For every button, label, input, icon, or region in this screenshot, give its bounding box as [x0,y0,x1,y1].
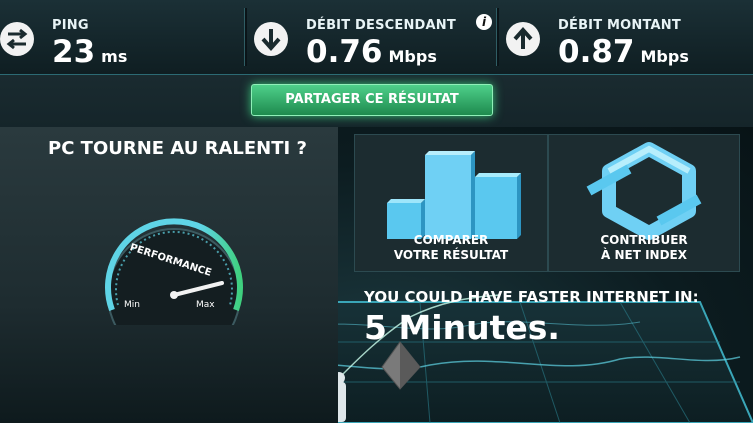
compare-line1: COMPARER [413,233,489,247]
download-value: 0.76 Mbps [306,34,437,70]
divider [244,8,247,66]
share-result-button[interactable]: PARTAGER CE RÉSULTAT [251,84,493,116]
net-index-logo-icon [586,142,702,240]
upload-number: 0.87 [558,34,635,70]
gauge-max-label: Max [196,300,215,310]
faster-internet-text: YOU COULD HAVE FASTER INTERNET IN: [364,288,699,306]
download-stat: DÉBIT DESCENDANT 0.76 Mbps [254,6,498,70]
performance-gauge [105,218,243,325]
download-unit: Mbps [388,47,437,66]
swap-arrows-icon [0,22,34,56]
contribute-net-index-tile[interactable]: CONTRIBUER À NET INDEX [548,134,740,272]
ping-stat: PING 23 ms [0,6,244,70]
download-number: 0.76 [306,34,383,70]
upload-label: DÉBIT MONTANT [558,18,681,33]
upload-unit: Mbps [640,47,689,66]
promo-title: PC TOURNE AU RALENTI ? [48,138,307,159]
download-label: DÉBIT DESCENDANT [306,18,456,33]
faster-internet-minutes: 5 Minutes. [364,308,560,347]
ping-unit: ms [101,47,128,66]
ping-label: PING [52,18,89,33]
contribute-line2: À NET INDEX [601,248,687,262]
gauge-min-label: Min [124,300,140,310]
arrow-up-icon [506,22,540,56]
arrow-down-icon [254,22,288,56]
info-icon[interactable]: i [476,14,492,30]
ping-value: 23 ms [52,34,127,70]
upload-stat: DÉBIT MONTANT 0.87 Mbps [506,6,753,70]
compare-line2: VOTRE RÉSULTAT [393,248,509,262]
compare-result-tile[interactable]: COMPARER VOTRE RÉSULTAT [354,134,548,272]
divider [496,8,499,66]
ping-number: 23 [52,34,96,70]
upload-value: 0.87 Mbps [558,34,689,70]
contribute-line1: CONTRIBUER [600,233,688,247]
bar-chart-icon [387,151,521,239]
results-header: PING 23 ms DÉBIT DESCENDANT 0.76 Mbps i DÉ… [0,0,753,75]
